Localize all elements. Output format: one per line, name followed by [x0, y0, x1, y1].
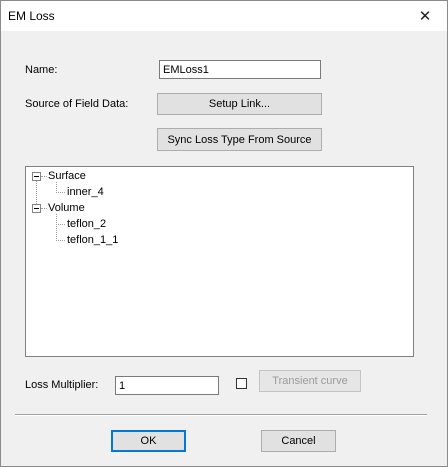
object-tree[interactable]: Surface inner_4 Volume teflon_2 teflon_1…: [25, 166, 414, 357]
ok-button[interactable]: OK: [111, 430, 186, 452]
minus-expander-icon[interactable]: [32, 204, 41, 213]
source-label: Source of Field Data:: [25, 98, 129, 110]
tree-group-surface[interactable]: Surface: [48, 170, 86, 182]
name-input[interactable]: [159, 60, 321, 79]
tree-connector: [41, 208, 47, 209]
tree-item-inner-4[interactable]: inner_4: [67, 186, 104, 198]
tree-item-teflon-1-1[interactable]: teflon_1_1: [67, 234, 118, 246]
tree-group-volume[interactable]: Volume: [48, 202, 85, 214]
tree-connector: [56, 192, 65, 193]
name-label: Name:: [25, 64, 58, 76]
tree-connector: [56, 214, 57, 241]
close-button[interactable]: ✕: [407, 1, 443, 31]
minus-expander-icon[interactable]: [32, 172, 41, 181]
em-loss-dialog: EM Loss ✕ Name: Source of Field Data: Se…: [0, 0, 448, 467]
transient-curve-checkbox[interactable]: [236, 378, 247, 389]
setup-link-button[interactable]: Setup Link...: [157, 93, 322, 115]
loss-multiplier-input[interactable]: [115, 376, 219, 395]
tree-connector: [56, 224, 65, 225]
tree-connector: [41, 176, 47, 177]
cancel-button[interactable]: Cancel: [261, 430, 336, 452]
sync-loss-type-button[interactable]: Sync Loss Type From Source: [157, 128, 322, 151]
loss-multiplier-label: Loss Multiplier:: [25, 379, 99, 391]
tree-connector: [56, 240, 65, 241]
transient-curve-button: Transient curve: [259, 370, 361, 392]
title-bar: EM Loss ✕: [1, 1, 447, 31]
window-title: EM Loss: [8, 9, 55, 23]
footer-separator: [15, 414, 427, 416]
tree-item-teflon-2[interactable]: teflon_2: [67, 218, 106, 230]
close-icon: ✕: [418, 8, 432, 25]
